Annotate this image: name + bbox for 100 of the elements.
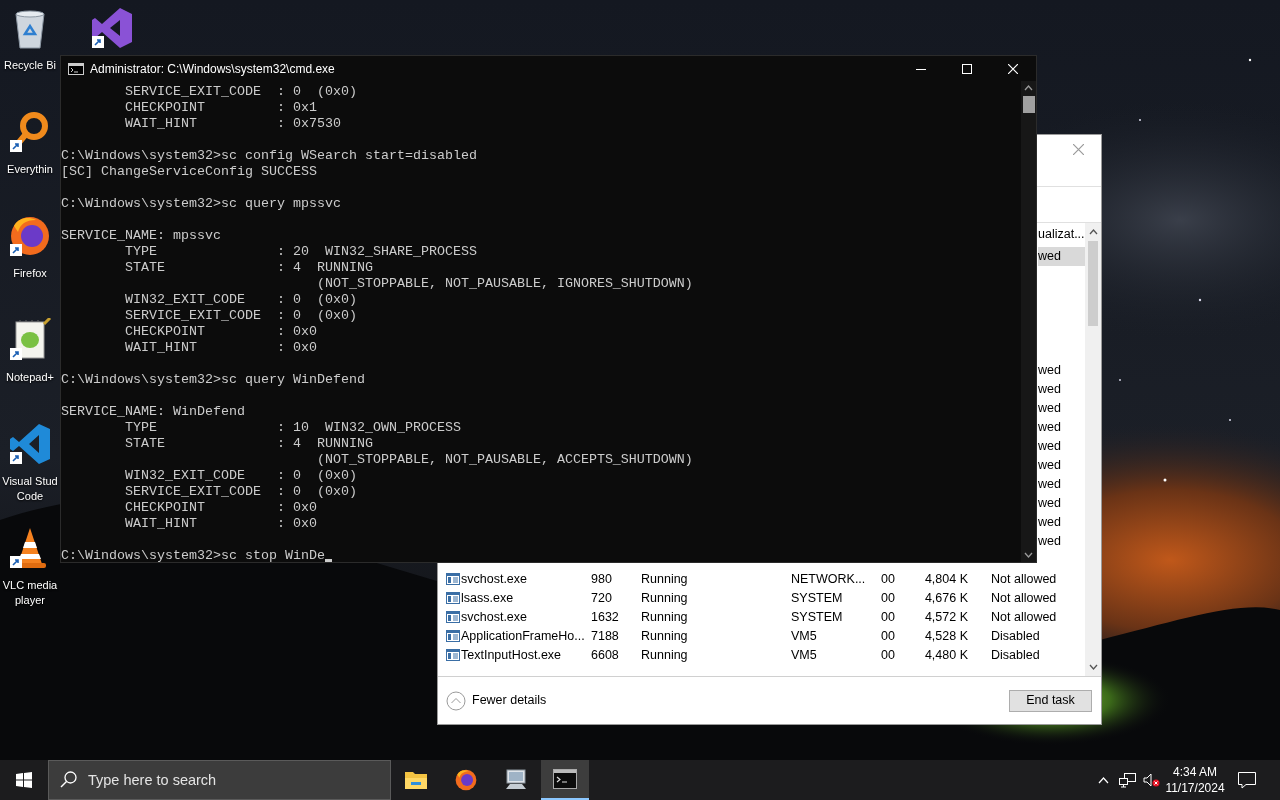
table-row[interactable]: wed <box>1038 398 1085 418</box>
table-row[interactable]: wed <box>1038 493 1085 513</box>
column-header[interactable]: ualizat... <box>1038 225 1085 245</box>
ribbon-icon[interactable] <box>90 6 134 50</box>
table-cell-text: Disabled <box>991 646 1041 664</box>
table-cell-text: SYSTEM <box>791 589 844 607</box>
table-cell-text: VM5 <box>791 646 818 664</box>
table-cell-text: Not allowed <box>991 589 1058 607</box>
console-line: WAIT_HINT : 0x7530 <box>124 116 341 132</box>
icon-label[interactable]: Recycle Bi <box>4 58 56 73</box>
console-line: SERVICE_NAME: mpssvc <box>61 228 221 244</box>
terminal-icon <box>553 769 577 789</box>
fox-globe-icon[interactable] <box>8 214 52 258</box>
scrollbar[interactable] <box>1085 222 1101 677</box>
taskbar-app-button[interactable] <box>541 760 589 800</box>
table-row[interactable]: TextInputHost.exe 6608 Running VM5 00 4,480 K Disabled <box>438 645 1085 665</box>
chevron-down-icon[interactable] <box>1024 552 1033 558</box>
table-cell-text: svchost.exe <box>461 608 528 626</box>
scrollbar[interactable] <box>1021 81 1036 562</box>
icon-label[interactable]: VLC media player <box>2 578 58 608</box>
table-row[interactable]: wed <box>1038 436 1085 456</box>
text-cursor <box>324 559 332 562</box>
network-icon <box>1118 772 1136 788</box>
table-cell-text: 1632 <box>591 608 620 626</box>
chevron-down-icon[interactable] <box>1088 664 1098 671</box>
clock-button[interactable]: 4:34 AM 11/17/2024 <box>1163 760 1227 800</box>
table-cell-text: 00 <box>881 589 896 607</box>
table-row[interactable]: wed <box>1038 417 1085 437</box>
angle-ribbon-icon[interactable] <box>8 422 52 466</box>
search-icon <box>60 771 77 788</box>
table-row[interactable]: wed <box>1038 512 1085 532</box>
notepad-icon[interactable] <box>8 318 52 362</box>
process-icon <box>446 573 461 586</box>
table-row[interactable]: ApplicationFrameHo... 7188 Running VM5 00 4,528 K Disabled <box>438 626 1085 646</box>
console-line: (NOT_STOPPABLE, NOT_PAUSABLE, ACCEPTS_SHUTDOWN) <box>315 452 693 468</box>
table-cell-text: svchost.exe <box>461 570 528 588</box>
scrollbar-thumb[interactable] <box>1088 240 1098 326</box>
chevron-up-icon[interactable] <box>1024 85 1033 91</box>
search-field[interactable]: Type here to search <box>48 760 391 800</box>
table-cell-text: Running <box>641 646 689 664</box>
console-line: SERVICE_EXIT_CODE : 0 (0x0) <box>124 308 357 324</box>
chevron-up-icon[interactable] <box>1088 228 1098 235</box>
table-row[interactable]: wed <box>1038 474 1085 494</box>
window-title: Administrator: C:\Windows\system32\cmd.exe <box>90 60 335 78</box>
console-line: [SC] ChangeServiceConfig SUCCESS <box>61 164 317 180</box>
icon-label[interactable]: Visual Stud Code <box>2 474 58 504</box>
console-line: SERVICE_EXIT_CODE : 0 (0x0) <box>124 484 357 500</box>
computer-icon <box>504 769 528 791</box>
console-line: TYPE : 10 WIN32_OWN_PROCESS <box>124 420 461 436</box>
console-line: TYPE : 20 WIN32_SHARE_PROCESS <box>124 244 477 260</box>
console-line: STATE : 4 RUNNING <box>124 260 373 276</box>
table-cell-text: 6608 <box>591 646 620 664</box>
console-icon <box>68 62 84 75</box>
chevron-up-icon <box>446 690 466 711</box>
table-row[interactable]: wed <box>1038 246 1085 266</box>
icon-label[interactable]: Everythin <box>7 162 53 177</box>
notification-icon <box>1238 771 1256 789</box>
console-line: C:\Windows\system32>sc query mpssvc <box>61 196 341 212</box>
process-icon <box>446 649 461 662</box>
table-cell-text: 4,676 K <box>923 589 968 607</box>
process-icon <box>446 611 461 624</box>
console-line: CHECKPOINT : 0x0 <box>124 324 317 340</box>
table-cell-text: ApplicationFrameHo... <box>461 627 586 645</box>
table-row[interactable]: svchost.exe 1632 Running SYSTEM 00 4,572 K Not allowed <box>438 607 1085 627</box>
maximize-icon <box>962 63 972 74</box>
console-line: C:\Windows\system32>sc query WinDefend <box>61 372 365 388</box>
console-line: STATE : 4 RUNNING <box>124 436 373 452</box>
table-row[interactable]: wed <box>1038 455 1085 475</box>
console-line: CHECKPOINT : 0x0 <box>124 500 317 516</box>
table-row[interactable]: wed <box>1038 379 1085 399</box>
console-line: C:\Windows\system32>sc stop WinDe <box>61 548 325 562</box>
console-line: C:\Windows\system32>sc config WSearch start=disabled <box>61 148 477 164</box>
table-cell-text: 4,528 K <box>923 627 968 645</box>
table-cell-text: Not allowed <box>991 608 1058 626</box>
icon-label[interactable]: Notepad+ <box>6 370 54 385</box>
table-cell-text: lsass.exe <box>461 589 515 607</box>
chevron-up-icon <box>1097 776 1109 784</box>
table-row[interactable]: lsass.exe 720 Running SYSTEM 00 4,676 K Not allowed <box>438 588 1085 608</box>
end-task-button[interactable]: End task <box>1009 689 1092 712</box>
close-icon <box>1072 143 1084 155</box>
table-row[interactable]: wed <box>1038 360 1085 380</box>
fewer-details-toggle[interactable]: Fewer details <box>446 690 547 711</box>
table-row[interactable]: wed <box>1038 531 1085 551</box>
icon-label[interactable]: Firefox <box>13 266 47 281</box>
scrollbar-thumb[interactable] <box>1022 96 1035 113</box>
console-line: (NOT_STOPPABLE, NOT_PAUSABLE, IGNORES_SHUTDOWN) <box>315 276 693 292</box>
table-cell-text: Running <box>641 589 689 607</box>
console-line: SERVICE_EXIT_CODE : 0 (0x0) <box>124 84 357 100</box>
clock-date: 11/17/2024 <box>1165 780 1225 796</box>
table-cell-text: 7188 <box>591 627 620 645</box>
folder-icon <box>404 769 428 791</box>
process-icon <box>446 592 461 605</box>
table-row[interactable]: svchost.exe 980 Running NETWORK... 00 4,804 K Not allowed <box>438 569 1085 589</box>
table-cell-text: 720 <box>591 589 613 607</box>
console-line: CHECKPOINT : 0x1 <box>124 100 317 116</box>
speaker-muted-icon <box>1142 772 1160 788</box>
table-cell-text: Not allowed <box>991 570 1058 588</box>
table-cell-text: 4,572 K <box>923 608 968 626</box>
table-cell-text: Disabled <box>991 627 1041 645</box>
console-line: WAIT_HINT : 0x0 <box>124 516 317 532</box>
